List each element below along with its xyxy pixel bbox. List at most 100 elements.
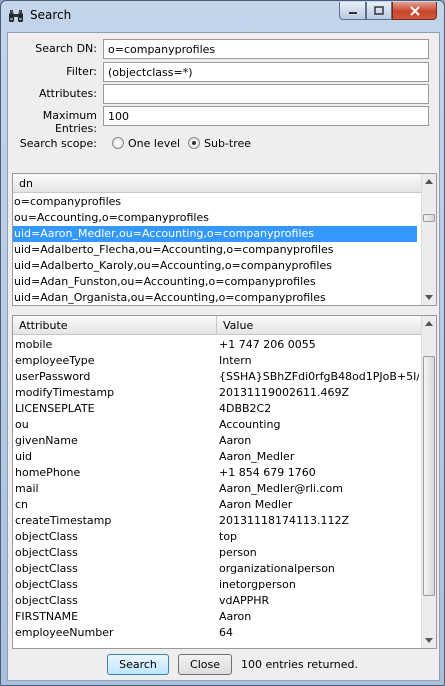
attribute-cell: userPassword [15,370,91,383]
table-row[interactable]: cn Aaron Medler [13,497,421,513]
list-item[interactable]: uid=Adalberto_Flecha,ou=Accounting,o=com… [13,242,417,258]
value-cell: +1 747 206 0055 [219,338,316,351]
list-item[interactable]: o=companyprofiles [13,194,417,210]
binoculars-icon [9,10,23,22]
dn-column-header[interactable]: dn [13,174,423,193]
scroll-down-icon[interactable] [425,638,433,643]
value-cell: Aaron_Medler [219,450,295,463]
table-row[interactable]: employeeType Intern [13,353,421,369]
attribute-column-header[interactable]: Attribute [19,319,68,332]
list-item[interactable]: uid=Adan_Organista,ou=Accounting,o=compa… [13,290,417,305]
table-row[interactable]: LICENSEPLATE 4DBB2C2 [13,401,421,417]
search-button[interactable]: Search [107,654,169,675]
scope-subtree-label[interactable]: Sub-tree [204,137,251,150]
window-title: Search [30,8,72,22]
scroll-up-icon[interactable] [425,179,433,184]
attribute-cell: givenName [15,434,78,447]
title-bar[interactable]: Search [1,1,444,31]
value-column-header[interactable]: Value [223,319,253,332]
attribute-table-header: Attribute Value [13,316,423,335]
attribute-cell: employeeNumber [15,626,114,639]
list-item[interactable]: uid=Adan_Funston,ou=Accounting,o=company… [13,274,417,290]
table-row[interactable]: employeeNumber 64 [13,625,421,641]
maximize-button[interactable] [366,2,392,20]
column-divider[interactable] [216,316,217,334]
attribute-cell: ou [15,418,29,431]
scope-one-level-label[interactable]: One level [128,137,180,150]
dn-scroll-thumb[interactable] [423,214,435,222]
table-row[interactable]: objectClass inetorgperson [13,577,421,593]
attribute-scroll-thumb[interactable] [423,356,435,596]
filter-label: Filter: [66,65,97,78]
table-row[interactable]: ou Accounting [13,417,421,433]
table-row[interactable]: mail Aaron_Medler@rli.com [13,481,421,497]
search-dn-input[interactable] [103,39,429,59]
value-cell: Aaron_Medler@rli.com [219,482,343,495]
search-dn-label: Search DN: [35,42,97,55]
table-row[interactable]: homePhone +1 854 679 1760 [13,465,421,481]
value-cell: 4DBB2C2 [219,402,272,415]
value-cell: 20131119002611.469Z [219,386,350,399]
value-cell: Accounting [219,418,281,431]
value-cell: Aaron [219,434,252,447]
list-item[interactable]: uid=Adalberto_Karoly,ou=Accounting,o=com… [13,258,417,274]
dn-list-scrollbar[interactable] [421,174,436,305]
attribute-cell: objectClass [15,578,78,591]
close-icon [409,5,420,16]
scope-one-level-radio[interactable] [112,137,124,149]
attribute-cell: mail [15,482,39,495]
scope-subtree-radio[interactable] [188,137,200,149]
value-cell: +1 854 679 1760 [219,466,316,479]
value-cell: organizationalperson [219,562,335,575]
attribute-cell: objectClass [15,594,78,607]
table-row[interactable]: modifyTimestamp 20131119002611.469Z [13,385,421,401]
value-cell: inetorgperson [219,578,296,591]
status-text: 100 entries returned. [241,658,358,671]
attribute-table-scrollbar[interactable] [421,316,436,648]
search-scope-label: Search scope: [19,137,97,150]
max-entries-input[interactable] [103,106,429,126]
minimize-button[interactable] [339,2,366,20]
attributes-label: Attributes: [38,87,97,100]
value-cell: Aaron [219,610,252,623]
attribute-cell: LICENSEPLATE [15,402,95,415]
table-row[interactable]: givenName Aaron [13,433,421,449]
close-window-button[interactable] [392,2,437,20]
value-cell: {SSHA}SBhZFdi0rfgB48od1PJoB+5I/uz... [219,370,419,383]
attribute-table[interactable]: Attribute Value mobile +1 747 206 0055 emp… [12,315,437,649]
attributes-input[interactable] [103,84,429,104]
close-button[interactable]: Close [178,654,232,675]
scroll-down-icon[interactable] [425,295,433,300]
dialog-body: Search DN: Filter: Attributes: Maximum E… [7,32,440,681]
list-item[interactable]: uid=Aaron_Medler,ou=Accounting,o=company… [13,226,417,242]
attribute-cell: createTimestamp [15,514,112,527]
table-row[interactable]: userPassword {SSHA}SBhZFdi0rfgB48od1PJoB+… [13,369,421,385]
max-entries-label: Maximum Entries: [42,109,97,135]
table-row[interactable]: uid Aaron_Medler [13,449,421,465]
table-row[interactable]: objectClass vdAPPHR [13,593,421,609]
attribute-cell: mobile [15,338,53,351]
search-window: Search Search DN: Filter: Attributes: Ma… [0,0,445,686]
table-row[interactable]: objectClass top [13,529,421,545]
attribute-cell: objectClass [15,562,78,575]
attribute-cell: employeeType [15,354,95,367]
table-row[interactable]: objectClass organizationalperson [13,561,421,577]
attribute-cell: objectClass [15,530,78,543]
value-cell: 20131118174113.112Z [219,514,350,527]
value-cell: person [219,546,257,559]
filter-input[interactable] [103,62,429,82]
table-row[interactable]: mobile +1 747 206 0055 [13,337,421,353]
table-row[interactable]: objectClass person [13,545,421,561]
value-cell: 64 [219,626,233,639]
attribute-cell: cn [15,498,29,511]
dn-results-list[interactable]: dn o=companyprofiles ou=Accounting,o=comp… [12,173,437,306]
maximize-icon [374,6,384,15]
scroll-up-icon[interactable] [425,321,433,326]
attribute-cell: uid [15,450,33,463]
value-cell: vdAPPHR [219,594,270,607]
dn-header-label: dn [19,177,33,190]
list-item[interactable]: ou=Accounting,o=companyprofiles [13,210,417,226]
table-row[interactable]: FIRSTNAME Aaron [13,609,421,625]
attribute-cell: modifyTimestamp [15,386,115,399]
table-row[interactable]: createTimestamp 20131118174113.112Z [13,513,421,529]
